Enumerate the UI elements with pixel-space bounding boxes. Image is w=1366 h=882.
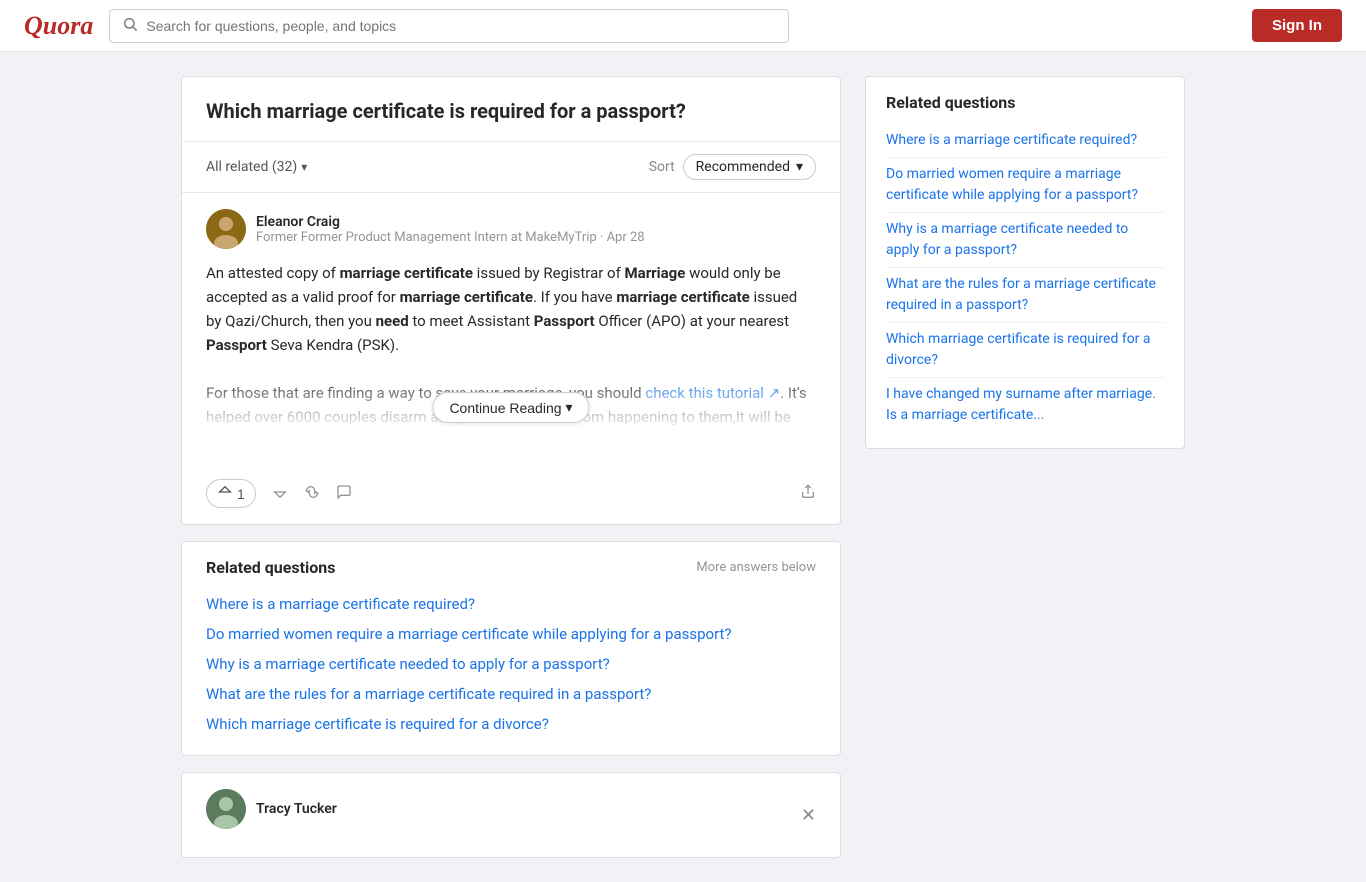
repost-icon xyxy=(304,484,320,503)
sidebar-link-6[interactable]: I have changed my surname after marriage… xyxy=(886,378,1164,432)
more-answers-label: More answers below xyxy=(696,560,816,575)
header: Quora Sign In xyxy=(0,0,1366,52)
answer-author-2: Tracy Tucker xyxy=(206,789,337,829)
avatar xyxy=(206,209,246,249)
chevron-down-icon: ▾ xyxy=(301,160,307,174)
sidebar: Related questions Where is a marriage ce… xyxy=(865,76,1185,858)
header-right: Sign In xyxy=(1252,9,1342,42)
author-name-2: Tracy Tucker xyxy=(256,801,337,817)
related-inline-title: Related questions xyxy=(206,558,335,577)
share-icon xyxy=(800,484,816,503)
author-name: Eleanor Craig xyxy=(256,214,645,230)
answer-preview-header: Tracy Tucker ✕ xyxy=(206,789,816,841)
related-link-1[interactable]: Where is a marriage certificate required… xyxy=(206,589,816,619)
answers-meta-bar: All related (32) ▾ Sort Recommended ▾ xyxy=(182,142,840,193)
answer-preview-card: Tracy Tucker ✕ xyxy=(181,772,841,858)
comment-button[interactable] xyxy=(336,484,352,503)
all-related-label: All related (32) xyxy=(206,159,297,175)
upvote-count: 1 xyxy=(237,486,245,502)
sidebar-title: Related questions xyxy=(886,93,1164,112)
share-button[interactable] xyxy=(800,484,816,503)
search-bar xyxy=(109,9,789,43)
downvote-icon xyxy=(272,484,288,503)
related-link-4[interactable]: What are the rules for a marriage certif… xyxy=(206,679,816,709)
answer-block: Eleanor Craig Former Former Product Mana… xyxy=(182,193,840,524)
upvote-button[interactable]: 1 xyxy=(206,479,256,508)
answer-author: Eleanor Craig Former Former Product Mana… xyxy=(206,209,816,249)
sort-label: Sort xyxy=(649,159,675,175)
avatar-2 xyxy=(206,789,246,829)
sidebar-link-3[interactable]: Why is a marriage certificate needed to … xyxy=(886,213,1164,268)
related-link-5[interactable]: Which marriage certificate is required f… xyxy=(206,709,816,739)
sort-chevron-icon: ▾ xyxy=(796,159,803,175)
sidebar-link-4[interactable]: What are the rules for a marriage certif… xyxy=(886,268,1164,323)
sign-in-button[interactable]: Sign In xyxy=(1252,9,1342,42)
quora-logo[interactable]: Quora xyxy=(24,11,93,41)
author-info: Eleanor Craig Former Former Product Mana… xyxy=(256,214,645,245)
sort-area: Sort Recommended ▾ xyxy=(649,154,816,180)
sidebar-link-5[interactable]: Which marriage certificate is required f… xyxy=(886,323,1164,378)
comment-icon xyxy=(336,484,352,503)
related-link-3[interactable]: Why is a marriage certificate needed to … xyxy=(206,649,816,679)
question-header: Which marriage certificate is required f… xyxy=(182,77,840,142)
question-card: Which marriage certificate is required f… xyxy=(181,76,841,525)
recommended-label: Recommended xyxy=(696,159,790,175)
sidebar-link-2[interactable]: Do married women require a marriage cert… xyxy=(886,158,1164,213)
sidebar-card: Related questions Where is a marriage ce… xyxy=(865,76,1185,449)
all-related-toggle[interactable]: All related (32) ▾ xyxy=(206,159,307,175)
sidebar-link-1[interactable]: Where is a marriage certificate required… xyxy=(886,124,1164,158)
upvote-icon xyxy=(217,484,233,503)
main-content: Which marriage certificate is required f… xyxy=(181,76,841,858)
continue-reading-button[interactable]: Continue Reading ▾ xyxy=(432,392,589,423)
close-button[interactable]: ✕ xyxy=(801,805,816,826)
related-inline-header: Related questions More answers below xyxy=(206,558,816,577)
related-link-2[interactable]: Do married women require a marriage cert… xyxy=(206,619,816,649)
sort-dropdown[interactable]: Recommended ▾ xyxy=(683,154,816,180)
search-input[interactable] xyxy=(146,18,776,34)
tutorial-link[interactable]: check this tutorial ↗ xyxy=(645,384,780,402)
repost-button[interactable] xyxy=(304,484,320,503)
answer-actions: 1 xyxy=(206,471,816,508)
page-body: Which marriage certificate is required f… xyxy=(83,52,1283,882)
search-icon xyxy=(122,16,138,36)
answer-text-container: An attested copy of marriage certificate… xyxy=(206,261,816,431)
chevron-down-icon: ▾ xyxy=(566,399,573,416)
author-meta: Former Former Product Management Intern … xyxy=(256,230,645,245)
question-title: Which marriage certificate is required f… xyxy=(206,97,816,125)
related-inline-card: Related questions More answers below Whe… xyxy=(181,541,841,756)
downvote-button[interactable] xyxy=(272,484,288,503)
